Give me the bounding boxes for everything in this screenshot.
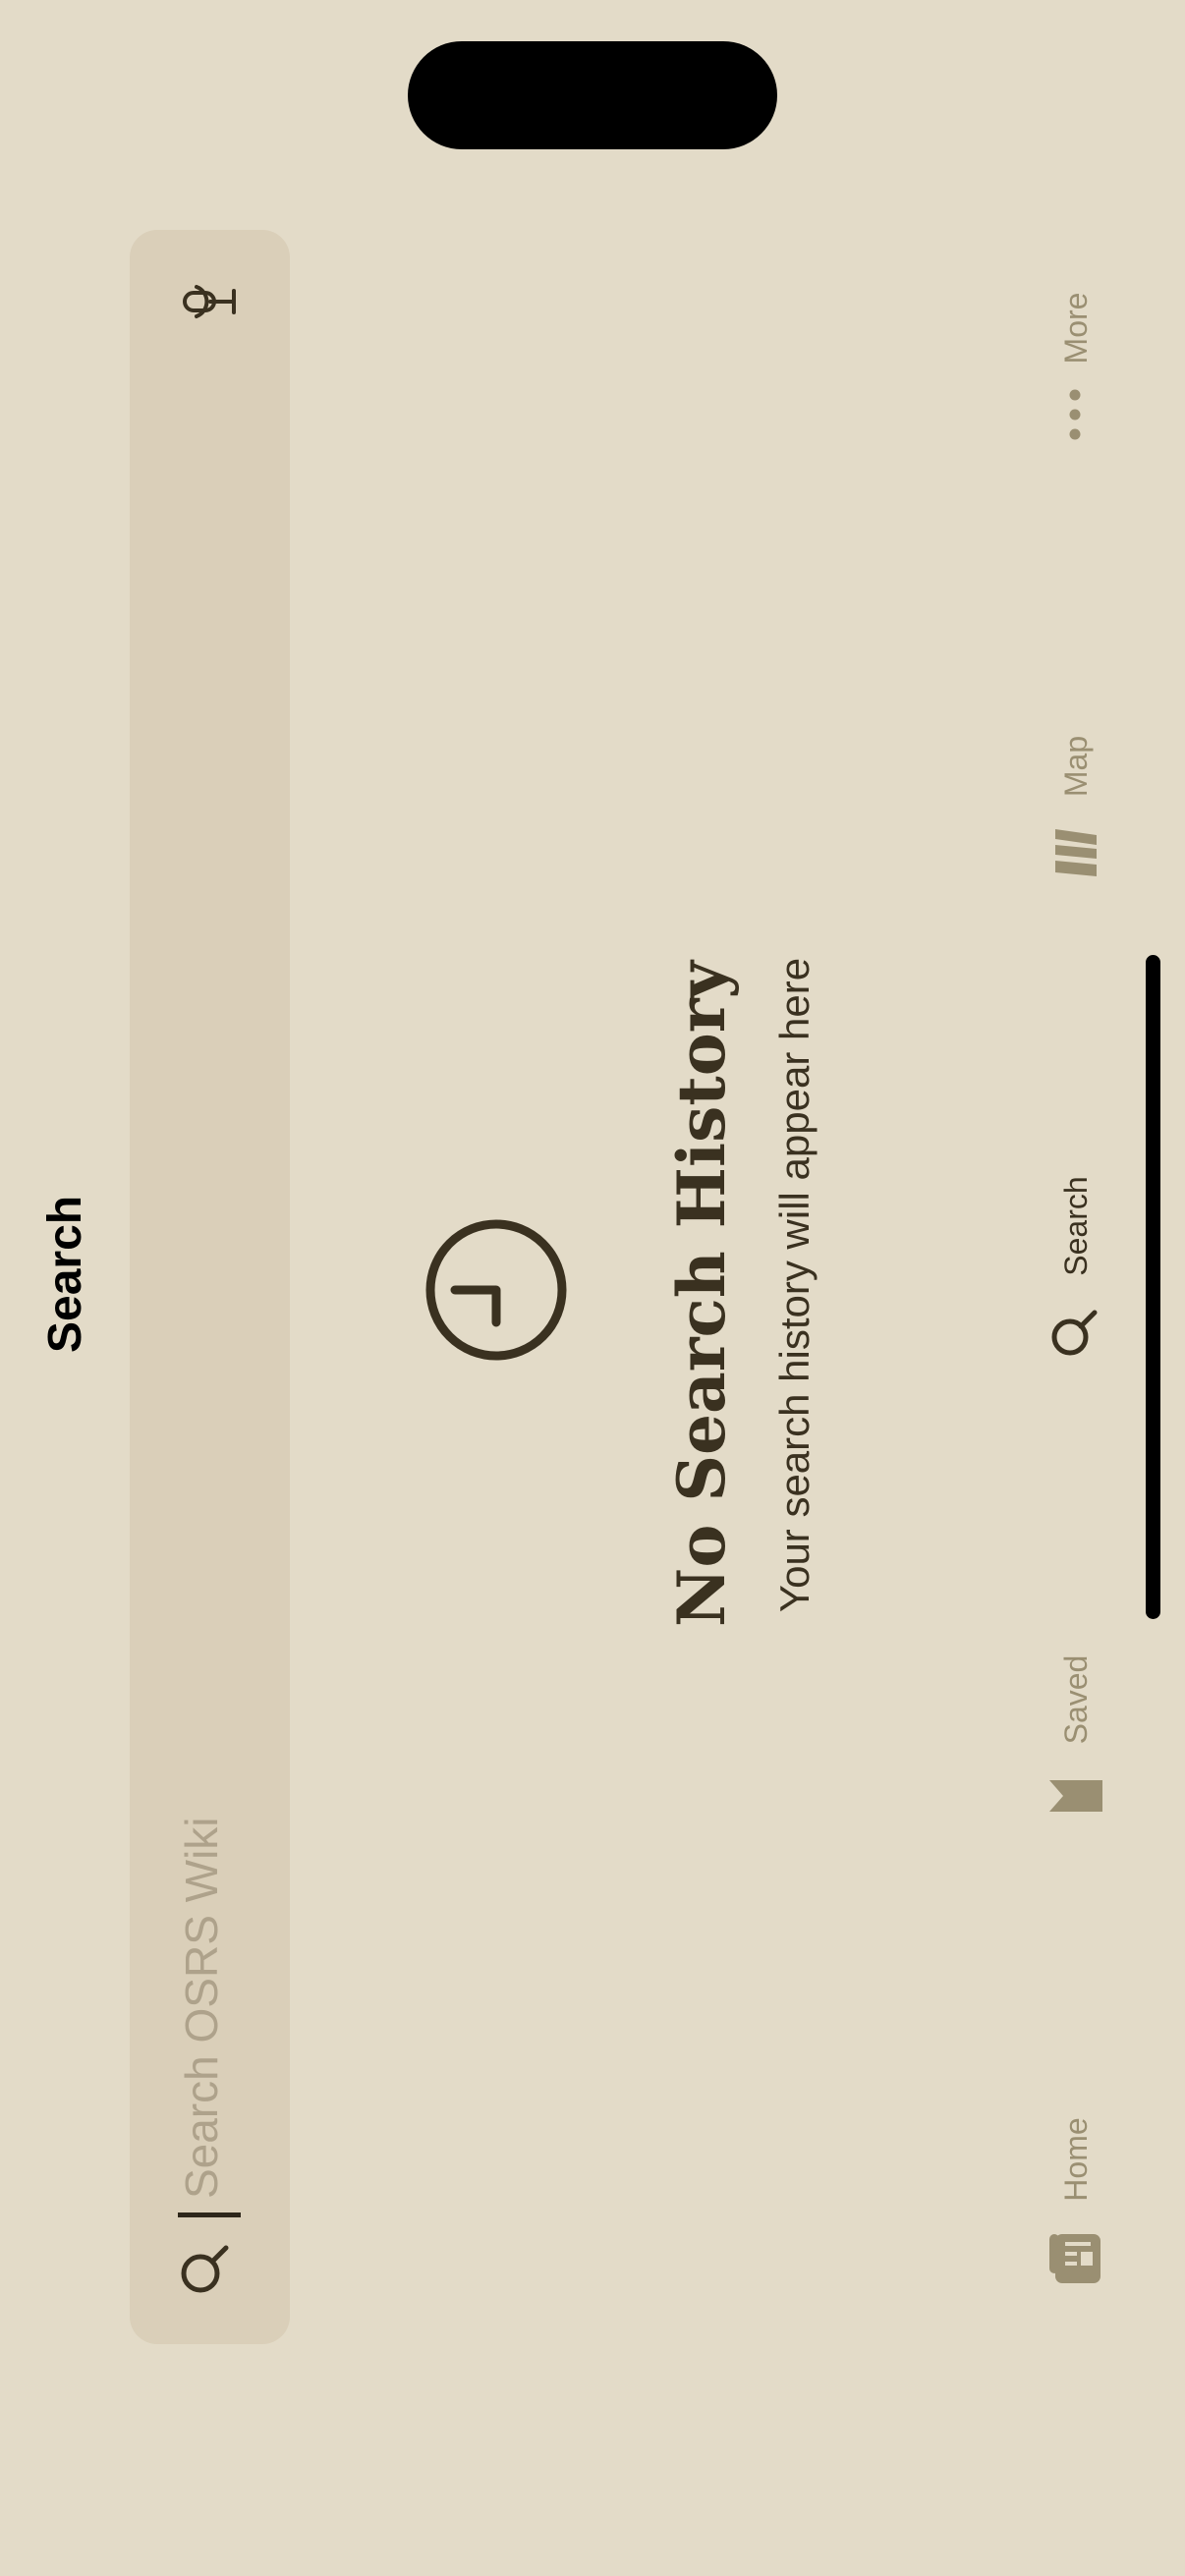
tab-map-label[interactable]: Map [1056,717,1096,815]
active-tab-indicator [1146,955,1160,1619]
tab-more-label[interactable]: More [1056,269,1096,387]
tab-home-label[interactable]: Home [1056,2100,1096,2218]
page-title: Search [39,1195,91,1353]
ellipsis-icon[interactable] [1067,389,1083,440]
microphone-icon[interactable] [177,277,240,326]
text-caret [178,2212,241,2217]
bookmark-icon[interactable] [1047,1778,1104,1814]
tab-search-label[interactable]: Search [1056,1157,1096,1295]
newspaper-icon[interactable] [1047,2230,1104,2287]
tab-saved-label[interactable]: Saved [1056,1641,1096,1759]
search-placeholder: Search OSRS Wiki [176,1817,227,2199]
search-icon [181,2245,229,2293]
dynamic-island [408,41,777,149]
empty-state-title: No Search History [663,961,740,1627]
clock-icon [425,1219,567,1361]
empty-state-subtitle: Your search history will appear here [771,957,818,1613]
map-icon[interactable] [1051,825,1100,880]
search-icon[interactable] [1049,1307,1100,1358]
